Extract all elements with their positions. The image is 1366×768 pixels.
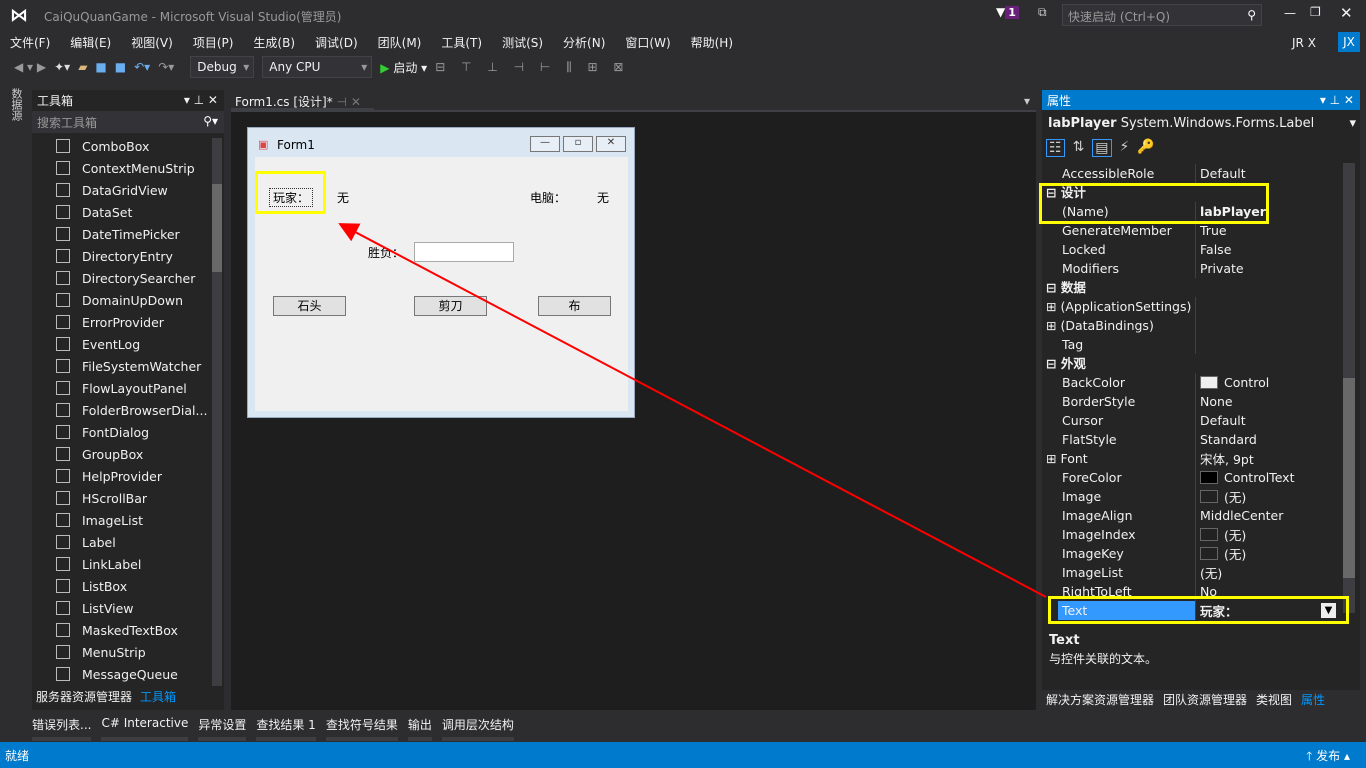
- annotation-arrow: [338, 223, 1047, 598]
